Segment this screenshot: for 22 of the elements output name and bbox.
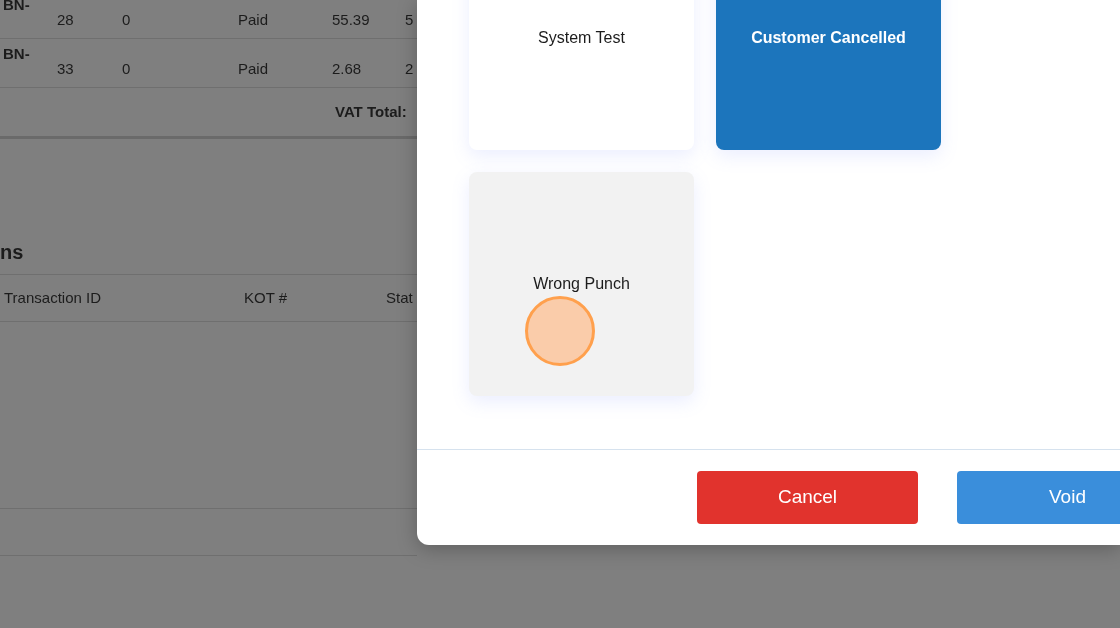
table-cell-text: 0 (122, 58, 132, 79)
column-header: KOT # (244, 287, 289, 308)
void-button[interactable]: Void (957, 471, 1120, 524)
table-cell-text: Paid (238, 9, 270, 30)
reason-card[interactable]: Wrong Punch (469, 172, 694, 396)
table-cell-text: BN- (2, 44, 31, 64)
table-cell-text: Paid (238, 58, 270, 79)
reason-card[interactable]: Customer Cancelled (716, 0, 941, 150)
table-cell-text: BN- (2, 0, 31, 15)
column-header: Transaction ID (3, 287, 102, 308)
table-cell-text: 28 (57, 9, 75, 30)
column-header: Stat (386, 287, 414, 308)
table-cell-text: 2 (405, 58, 415, 79)
table-cell-text: 55.39 (332, 9, 371, 30)
reason-card[interactable]: System Test (469, 0, 694, 150)
table-cell-text: 33 (57, 58, 75, 79)
table-cell-text: 0 (122, 9, 132, 30)
cancel-button[interactable]: Cancel (697, 471, 918, 524)
table-cell-text: 2.68 (332, 58, 363, 79)
section-heading: ns (0, 239, 24, 265)
vat-total-label: VAT Total: (335, 101, 407, 122)
table-cell-text: 5 (405, 9, 415, 30)
